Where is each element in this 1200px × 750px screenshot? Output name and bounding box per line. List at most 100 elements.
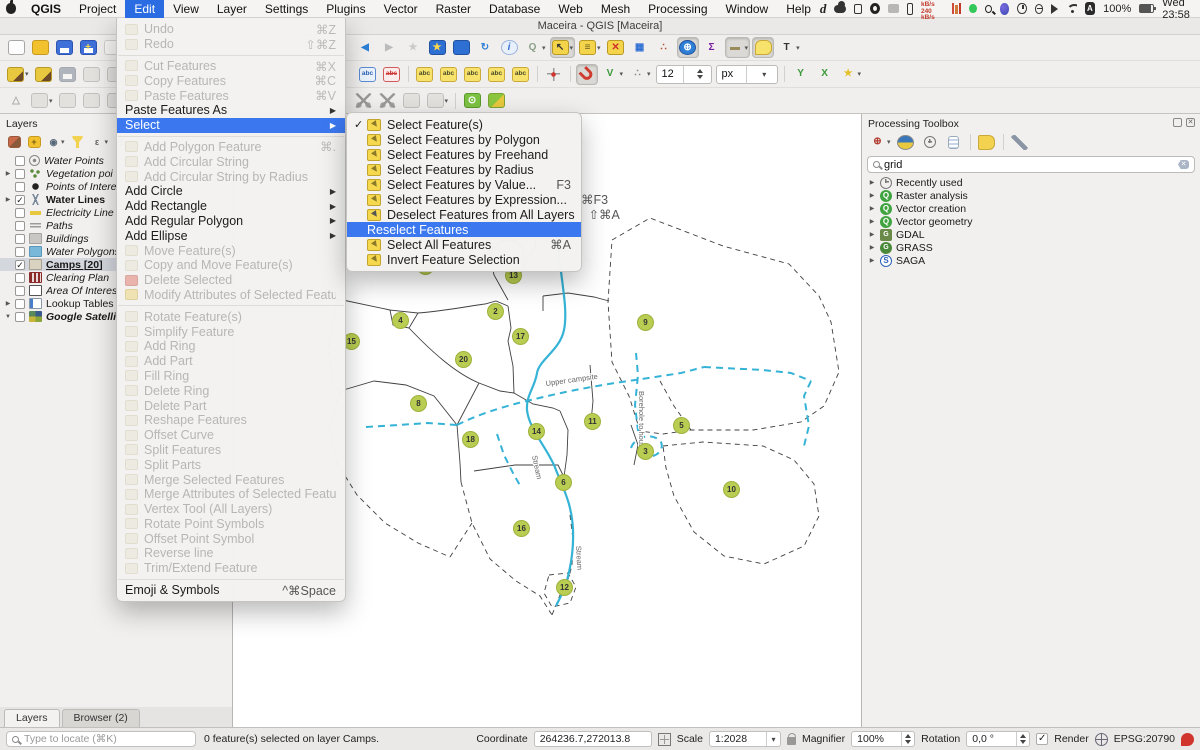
battery-icon[interactable] [1139, 4, 1154, 13]
models-button[interactable]: ⊕▾ [867, 132, 893, 153]
chevron-down-icon[interactable]: ▾ [858, 70, 862, 78]
filter-by-expression-button[interactable]: ε▾ [89, 134, 111, 151]
panel-float-icon[interactable] [1173, 118, 1182, 127]
zoom-last-button[interactable]: ◀ [354, 37, 376, 58]
menu-item-add-circle[interactable]: Add Circle▶ [117, 184, 345, 199]
offset-curve-tool-button[interactable]: ▾ [425, 90, 451, 111]
manage-map-themes-button[interactable]: ◉▾ [45, 134, 67, 151]
keyboard-brightness-icon[interactable] [1035, 4, 1044, 14]
cad-tools-button[interactable]: △ [5, 90, 27, 111]
map-tips-button[interactable] [752, 37, 774, 58]
edit-map-in-place-button[interactable] [485, 90, 507, 111]
submenu-item-select-features-by-radius[interactable]: Select Features by Radius [347, 162, 581, 177]
tab-browser-2[interactable]: Browser (2) [62, 709, 140, 727]
chevron-down-icon[interactable]: ▾ [445, 97, 449, 105]
open-attribute-table-button[interactable]: ▦ [629, 37, 651, 58]
toolbox-group-gdal[interactable]: ▶GGDAL [862, 228, 1200, 241]
spotlight-icon[interactable] [985, 5, 992, 13]
select-features-button[interactable]: ↖▾ [550, 37, 576, 58]
toolbox-search-input[interactable]: grid ✕ [867, 156, 1195, 173]
panel-close-icon[interactable]: ✕ [1186, 118, 1195, 127]
layer-visibility-checkbox[interactable] [15, 208, 25, 218]
meter-icon[interactable] [952, 3, 962, 14]
printer-icon[interactable] [888, 4, 899, 13]
copy-move-feature-button[interactable] [57, 90, 79, 111]
toggle-editing-button[interactable] [33, 64, 55, 85]
expander-icon[interactable]: ▶ [868, 244, 876, 251]
chevron-down-icon[interactable]: ▾ [61, 138, 65, 146]
chevron-down-icon[interactable]: ▾ [647, 70, 651, 78]
identify-features-button[interactable]: i [498, 37, 520, 58]
cube-icon[interactable] [854, 4, 863, 14]
menu-item-settings[interactable]: Settings [256, 0, 317, 18]
select-features-by-value-button[interactable]: ≡▾ [577, 37, 603, 58]
expander-icon[interactable]: ▶ [3, 196, 13, 203]
menu-item-web[interactable]: Web [549, 0, 591, 18]
layer-visibility-checkbox[interactable] [15, 221, 25, 231]
chevron-down-icon[interactable]: ▾ [887, 138, 891, 146]
crs-label[interactable]: EPSG:20790 [1114, 733, 1175, 745]
menu-item-add-rectangle[interactable]: Add Rectangle▶ [117, 199, 345, 214]
menu-item-processing[interactable]: Processing [639, 0, 716, 18]
menu-item-vector[interactable]: Vector [375, 0, 427, 18]
snapping-units-combo[interactable]: px▾ [716, 65, 778, 84]
show-unplaced-labels-button[interactable]: abc [381, 64, 403, 85]
clear-search-icon[interactable]: ✕ [1178, 160, 1189, 169]
zoom-to-selection-button[interactable]: ⊙ [461, 90, 483, 111]
history-button[interactable] [919, 132, 941, 153]
layer-visibility-checkbox[interactable] [15, 312, 25, 322]
rotation-spin[interactable]: 0,0 ° [966, 731, 1030, 747]
chevron-down-icon[interactable]: ▾ [620, 70, 624, 78]
split-parts-button[interactable] [377, 90, 399, 111]
chevron-down-icon[interactable]: ▾ [796, 44, 800, 52]
submenu-item-select-features-by-polygon[interactable]: Select Features by Polygon [347, 132, 581, 147]
stepper-icon[interactable] [1016, 732, 1029, 746]
bookmark-manager-button[interactable] [450, 37, 472, 58]
menu-item-paste-features-as[interactable]: Paste Features As▶ [117, 103, 345, 118]
split-features-button[interactable] [353, 90, 375, 111]
crs-globe-icon[interactable] [1095, 733, 1108, 746]
menu-item-help[interactable]: Help [777, 0, 820, 18]
menu-item-project[interactable]: Project [70, 0, 125, 18]
input-source-icon[interactable]: A [1085, 2, 1096, 15]
toolbox-group-vector-creation[interactable]: ▶QVector creation [862, 202, 1200, 215]
menu-item-layer[interactable]: Layer [208, 0, 256, 18]
save-project-as-button[interactable]: + [77, 37, 99, 58]
toolbox-group-grass[interactable]: ▶GGRASS [862, 241, 1200, 254]
expander-icon[interactable]: ▶ [868, 231, 876, 238]
toolbox-group-saga[interactable]: ▶SSAGA [862, 254, 1200, 267]
chevron-down-icon[interactable]: ▾ [745, 44, 749, 52]
python-console-button[interactable] [895, 132, 917, 153]
menu-item-raster[interactable]: Raster [427, 0, 480, 18]
highlight-pinned-labels-button[interactable]: abc [357, 64, 379, 85]
move-label-button[interactable]: abc [462, 64, 484, 85]
options-button[interactable] [1009, 132, 1031, 153]
menu-item-mesh[interactable]: Mesh [592, 0, 639, 18]
layer-visibility-checkbox[interactable]: ✓ [15, 195, 25, 205]
chevron-down-icon[interactable]: ▾ [105, 138, 109, 146]
magnifier-spin[interactable]: 100% [851, 731, 915, 747]
render-checkbox[interactable]: ✓ [1036, 733, 1048, 745]
log-messages-icon[interactable] [1181, 733, 1194, 746]
record-icon[interactable] [870, 3, 880, 14]
submenu-item-select-features-by-expression[interactable]: Select Features by Expression...⌘F3 [347, 192, 581, 207]
device-icon[interactable] [907, 3, 913, 15]
menu-item-add-ellipse[interactable]: Add Ellipse▶ [117, 228, 345, 243]
expander-icon[interactable]: ▶ [868, 179, 876, 186]
zoom-next-button[interactable]: ▶ [378, 37, 400, 58]
filter-legend-button[interactable] [69, 134, 87, 151]
layer-visibility-checkbox[interactable] [15, 182, 25, 192]
menu-item-qgis[interactable]: QGIS [22, 0, 70, 18]
snapping-tolerance-spinbox[interactable]: 12 [656, 65, 712, 84]
tab-layers[interactable]: Layers [4, 709, 60, 727]
results-viewer-button[interactable] [943, 132, 965, 153]
digitize-point-button[interactable] [81, 64, 103, 85]
snapping-on-intersection-button[interactable]: X [814, 64, 836, 85]
rotate-label-button[interactable]: abc [486, 64, 508, 85]
expander-icon[interactable]: ▶ [868, 218, 876, 225]
processing-toolbox-toggle-button[interactable]: ⊕ [677, 37, 699, 58]
scale-combo[interactable]: 1:2028▾ [709, 731, 781, 747]
layer-visibility-checkbox[interactable] [15, 156, 25, 166]
chevron-down-icon[interactable]: ▾ [49, 97, 53, 105]
layer-visibility-checkbox[interactable] [15, 273, 25, 283]
